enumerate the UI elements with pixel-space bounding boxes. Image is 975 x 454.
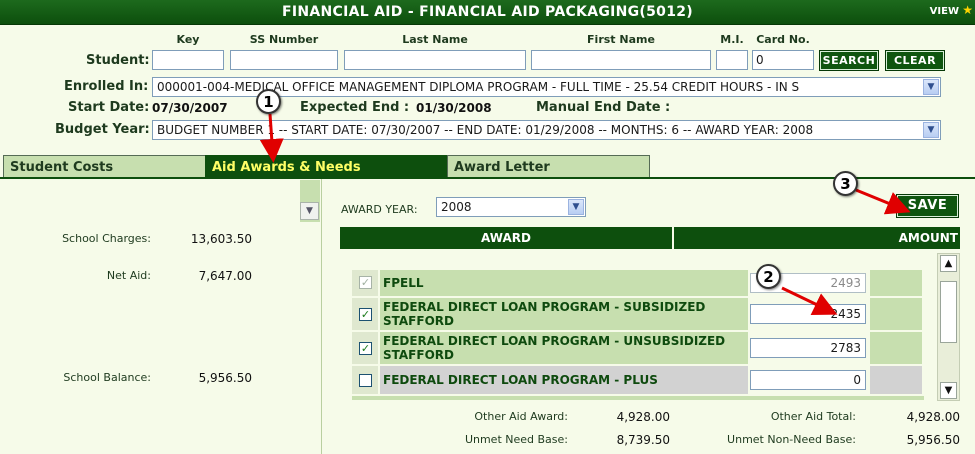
dropdown-arrow-icon[interactable]: ▼	[568, 199, 584, 215]
summary-pane	[3, 179, 322, 454]
school-balance-value: 5,956.50	[198, 371, 252, 385]
clear-button[interactable]: CLEAR	[885, 50, 945, 71]
card-no-header: Card No.	[756, 33, 810, 46]
award-name: FEDERAL DIRECT LOAN PROGRAM - UNSUBSIDIZ…	[380, 332, 748, 364]
card-no-input[interactable]: 0	[752, 50, 814, 70]
award-row: ✓ FEDERAL DIRECT LOAN PROGRAM - UNSUBSID…	[352, 332, 924, 364]
other-aid-total-label: Other Aid Total:	[770, 410, 856, 423]
award-year-value: 2008	[441, 200, 472, 214]
manual-end-date-label: Manual End Date :	[536, 100, 671, 115]
other-aid-award-value: 4,928.00	[616, 410, 670, 424]
dropdown-arrow-icon[interactable]: ▼	[923, 79, 939, 95]
mi-header: M.I.	[720, 33, 744, 46]
window-title: FINANCIAL AID - FINANCIAL AID PACKAGING(…	[281, 4, 693, 20]
save-button[interactable]: SAVE	[896, 194, 959, 218]
tab-award-letter[interactable]: Award Letter	[447, 155, 650, 178]
tab-aid-awards-needs[interactable]: Aid Awards & Needs	[205, 155, 448, 178]
budget-year-value: BUDGET NUMBER 1 -- START DATE: 07/30/200…	[157, 123, 814, 137]
student-label: Student:	[86, 53, 150, 68]
title-bar: FINANCIAL AID - FINANCIAL AID PACKAGING(…	[0, 0, 975, 25]
row-end-cell	[870, 270, 922, 296]
award-year-label: AWARD YEAR:	[341, 203, 418, 216]
unmet-need-base-label: Unmet Need Base:	[464, 433, 568, 446]
last-name-header: Last Name	[402, 33, 468, 46]
last-name-input[interactable]	[344, 50, 526, 70]
callout-3: 3	[833, 171, 858, 196]
row-end-cell	[870, 332, 922, 364]
award-grid: ✓ FPELL 2493 ✓ FEDERAL DIRECT LOAN PROGR…	[352, 266, 924, 400]
other-aid-total-value: 4,928.00	[906, 410, 960, 424]
checkbox-cell: ✓	[352, 270, 378, 296]
award-amount-input[interactable]: 2435	[750, 304, 866, 324]
scroll-up-icon[interactable]: ▲	[940, 255, 957, 272]
unmet-non-need-base-value: 5,956.50	[906, 433, 960, 447]
school-charges-label: School Charges:	[62, 232, 151, 245]
start-date-label: Start Date:	[68, 100, 150, 115]
amount-column-header: AMOUNT	[898, 231, 958, 245]
unmet-need-base-value: 8,739.50	[616, 433, 670, 447]
mi-input[interactable]	[716, 50, 748, 70]
school-charges-value: 13,603.50	[190, 232, 252, 246]
first-name-input[interactable]	[531, 50, 711, 70]
header-separator	[672, 227, 674, 249]
expected-end-label: Expected End :	[300, 100, 410, 115]
ss-number-header: SS Number	[249, 33, 319, 46]
school-balance-label: School Balance:	[63, 371, 151, 384]
budget-year-label: Budget Year:	[55, 122, 150, 137]
checkbox-cell: ✓	[352, 332, 378, 364]
star-icon: ★	[962, 3, 973, 17]
award-name: FPELL	[380, 270, 748, 296]
expected-end-value: 01/30/2008	[416, 101, 492, 115]
search-button[interactable]: SEARCH	[819, 50, 879, 71]
award-row: ✓ FPELL 2493	[352, 270, 924, 296]
award-amount-input[interactable]: 2783	[750, 338, 866, 358]
checkbox-icon[interactable]: ✓	[359, 308, 372, 321]
award-column-header: AWARD	[481, 231, 531, 245]
award-year-select[interactable]: 2008 ▼	[436, 197, 586, 217]
scroll-down-icon[interactable]: ▼	[300, 202, 319, 220]
view-link[interactable]: VIEW	[930, 6, 959, 17]
other-aid-award-label: Other Aid Award:	[474, 410, 568, 423]
net-aid-label: Net Aid:	[106, 269, 151, 282]
award-name: FEDERAL DIRECT LOAN PROGRAM - PLUS	[380, 366, 748, 394]
enrolled-in-label: Enrolled In:	[64, 79, 149, 94]
award-name: FEDERAL DIRECT LOAN PROGRAM - SUBSIDIZED…	[380, 298, 748, 330]
scrollbar-thumb[interactable]	[940, 280, 957, 343]
row-end-cell	[870, 366, 922, 394]
checkbox-icon[interactable]	[359, 374, 372, 387]
award-row: ✓ FEDERAL DIRECT LOAN PROGRAM - SUBSIDIZ…	[352, 298, 924, 330]
award-header: AWARD AMOUNT	[340, 227, 960, 249]
award-row-partial	[352, 396, 924, 400]
first-name-header: First Name	[587, 33, 655, 46]
award-row: FEDERAL DIRECT LOAN PROGRAM - PLUS 0	[352, 366, 924, 394]
award-amount-input[interactable]: 0	[750, 370, 866, 390]
unmet-non-need-base-label: Unmet Non-Need Base:	[727, 433, 856, 446]
checkbox-icon[interactable]: ✓	[359, 276, 372, 289]
budget-year-select[interactable]: BUDGET NUMBER 1 -- START DATE: 07/30/200…	[152, 120, 941, 140]
award-grid-scrollbar[interactable]: ▲ ▼	[937, 253, 960, 401]
ss-number-input[interactable]	[230, 50, 338, 70]
checkbox-cell: ✓	[352, 298, 378, 330]
dropdown-arrow-icon[interactable]: ▼	[923, 122, 939, 138]
callout-2: 2	[756, 264, 781, 289]
start-date-value: 07/30/2007	[152, 101, 228, 115]
net-aid-value: 7,647.00	[198, 269, 252, 283]
enrolled-in-value: 000001-004-MEDICAL OFFICE MANAGEMENT DIP…	[157, 80, 800, 94]
callout-1: 1	[256, 89, 281, 114]
tab-student-costs[interactable]: Student Costs	[3, 155, 206, 178]
checkbox-icon[interactable]: ✓	[359, 342, 372, 355]
row-end-cell	[870, 298, 922, 330]
checkbox-cell	[352, 366, 378, 394]
key-input[interactable]	[152, 50, 224, 70]
key-header: Key	[176, 33, 200, 46]
scroll-down-icon[interactable]: ▼	[940, 382, 957, 399]
